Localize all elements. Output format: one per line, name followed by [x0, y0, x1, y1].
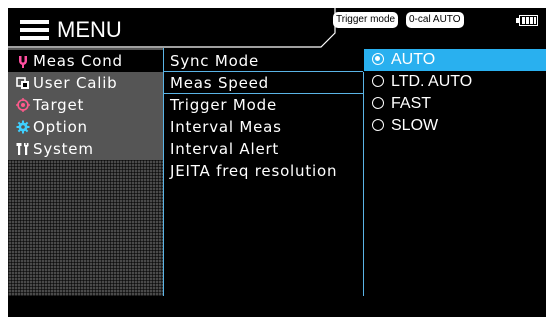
submenu-item-label: JEITA freq resolution: [170, 162, 338, 180]
submenu-item-interval-meas[interactable]: Interval Meas: [163, 116, 362, 138]
submenu-item-trigger-mode[interactable]: Trigger Mode: [163, 94, 362, 116]
option-auto[interactable]: AUTO: [364, 49, 546, 71]
sidebar-item-option[interactable]: Option: [8, 116, 163, 138]
target-icon: [16, 98, 30, 112]
submenu-item-label: Interval Meas: [170, 118, 282, 136]
submenu-item-meas-speed[interactable]: Meas Speed: [163, 72, 362, 94]
sidebar-item-system[interactable]: System: [8, 138, 163, 160]
header-tab-outline: [8, 8, 336, 48]
option-label: AUTO: [391, 51, 436, 68]
sidebar-item-label: Target: [33, 96, 85, 114]
submenu-item-label: Meas Speed: [170, 74, 269, 92]
sidebar-item-meas-cond[interactable]: Meas Cond: [8, 50, 163, 72]
screen: MENU Trigger mode 0-cal AUTO Meas Cond U…: [0, 0, 554, 325]
sidebar: Meas Cond User Calib Target Option Syste…: [8, 48, 163, 296]
header-bar: MENU Trigger mode 0-cal AUTO: [8, 8, 546, 48]
radio-selected-icon: [372, 53, 384, 65]
submenu-item-jeita-freq-resolution[interactable]: JEITA freq resolution: [163, 160, 362, 182]
selection-outline-bottom: [163, 93, 363, 94]
options-list: AUTO LTD. AUTO FAST SLOW: [364, 48, 546, 296]
tuning-fork-icon: [19, 56, 27, 68]
option-ltd-auto[interactable]: LTD. AUTO: [364, 71, 546, 93]
calibration-icon: [16, 77, 29, 89]
submenu-item-label: Interval Alert: [170, 140, 280, 158]
option-fast[interactable]: FAST: [364, 93, 546, 115]
option-label: FAST: [391, 95, 432, 112]
battery-icon: [516, 15, 538, 26]
submenu-list: Sync Mode Meas Speed Trigger Mode Interv…: [163, 48, 362, 296]
option-label: LTD. AUTO: [391, 73, 473, 90]
submenu-item-label: Sync Mode: [170, 52, 259, 70]
footer-bar: [8, 296, 546, 317]
sidebar-item-label: Meas Cond: [33, 52, 123, 70]
submenu-item-interval-alert[interactable]: Interval Alert: [163, 138, 362, 160]
radio-unselected-icon: [372, 97, 384, 109]
device-display: MENU Trigger mode 0-cal AUTO Meas Cond U…: [8, 8, 546, 317]
option-slow[interactable]: SLOW: [364, 115, 546, 137]
sidebar-item-user-calib[interactable]: User Calib: [8, 72, 163, 94]
selection-outline-top: [163, 71, 363, 72]
zero-cal-badge: 0-cal AUTO: [406, 12, 464, 28]
gear-icon: [16, 120, 30, 134]
sidebar-item-label: User Calib: [33, 74, 118, 92]
radio-unselected-icon: [372, 75, 384, 87]
submenu-item-label: Trigger Mode: [170, 96, 277, 114]
tools-icon: [16, 143, 29, 155]
radio-unselected-icon: [372, 119, 384, 131]
column-divider-left: [163, 48, 164, 296]
sidebar-item-label: Option: [33, 118, 88, 136]
option-label: SLOW: [391, 117, 439, 134]
sidebar-item-label: System: [33, 140, 94, 158]
sidebar-item-target[interactable]: Target: [8, 94, 163, 116]
submenu-item-sync-mode[interactable]: Sync Mode: [163, 50, 362, 72]
trigger-mode-badge: Trigger mode: [333, 12, 399, 28]
